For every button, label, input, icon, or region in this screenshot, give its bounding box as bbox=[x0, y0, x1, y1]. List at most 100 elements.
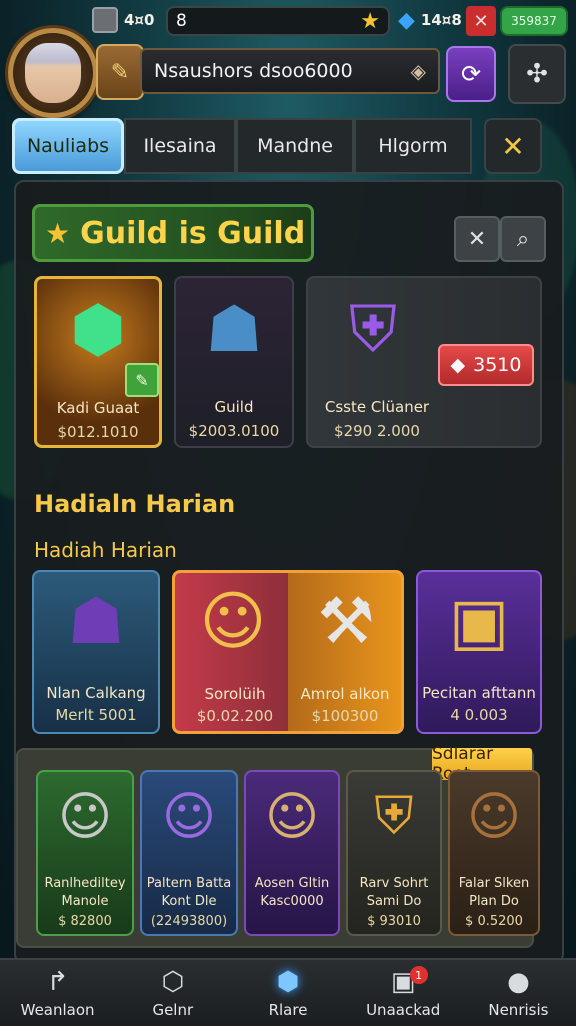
character-card-sub: Kasc0000 bbox=[260, 894, 324, 909]
character-card-title: Falar Slken bbox=[458, 876, 530, 891]
character-card-price: (22493800) bbox=[150, 914, 228, 929]
avatar-portrait bbox=[25, 43, 81, 103]
character-card[interactable]: ☺ Falar Slken Plan Do $ 0.5200 bbox=[448, 770, 540, 936]
silver-hair-hero-icon: ☺ bbox=[57, 786, 113, 847]
section-subheading: Hadiah Harian bbox=[34, 538, 177, 562]
character-card[interactable]: ☺ Aosen Gltin Kasc0000 bbox=[244, 770, 340, 936]
puzzle-icon: ✣ bbox=[526, 59, 548, 89]
search-icon: ⌕ bbox=[516, 226, 530, 252]
gem-count-badge[interactable]: ◆ 3510 bbox=[438, 344, 534, 386]
currency-field-value: 8 bbox=[176, 11, 187, 31]
character-card-price: $ 0.5200 bbox=[465, 914, 523, 929]
reward-card-price: 4 0.003 bbox=[450, 706, 508, 724]
nav-item-rare[interactable]: ⬢ Rlare bbox=[230, 960, 345, 1026]
crystal-icon: ⬢ bbox=[276, 967, 300, 997]
character-card-sub: Manole bbox=[61, 894, 109, 909]
character-card-title: Aosen Gltin bbox=[254, 876, 330, 891]
hat-hero-icon: ☺ bbox=[264, 786, 320, 847]
reward-card-price: $0.02.200 bbox=[196, 707, 274, 725]
nav-label: Nenrisis bbox=[488, 1001, 549, 1019]
guild-card[interactable]: ⬢ ✎ Kadi Guaat $012.1010 bbox=[34, 276, 162, 448]
tab-4[interactable]: Hlgorm bbox=[354, 118, 472, 174]
treasure-chest-icon: ▣ bbox=[448, 584, 510, 659]
top-bar: 4¤0 8 ★ ◆ 14¤8 ✕ 359837 ✎ Nsaushors dsoo… bbox=[0, 0, 576, 118]
reward-card-title: Amrol alkon bbox=[300, 685, 390, 703]
reward-card-title: Sorolüih bbox=[204, 685, 266, 703]
tab-2[interactable]: Ilesaina bbox=[124, 118, 236, 174]
currency-badge[interactable]: 359837 bbox=[500, 6, 568, 36]
currency-badge-value: 359837 bbox=[511, 14, 557, 28]
reward-card[interactable]: ☺ ⚒ Sorolüih $0.02.200 Amrol alkon $1003… bbox=[172, 570, 404, 734]
purple-shield-icon: ⛨ bbox=[349, 293, 397, 368]
nav-item-profile[interactable]: ● Nenrisis bbox=[461, 960, 576, 1026]
tab-3[interactable]: Mandne bbox=[236, 118, 354, 174]
resource-counter: 4¤0 bbox=[92, 6, 154, 34]
cube-icon: ⬡ bbox=[161, 967, 185, 997]
wizard-portrait-icon: ☗ bbox=[67, 584, 125, 659]
tools-tab-button[interactable]: ✕ bbox=[484, 118, 542, 174]
character-card-sub: Kont Dle bbox=[161, 894, 217, 909]
guild-card-title: Kadi Guaat bbox=[56, 399, 140, 417]
cycle-icon: ⟳ bbox=[460, 60, 482, 88]
player-name-value: Nsaushors dsoo6000 bbox=[154, 60, 353, 82]
character-card[interactable]: ☺ Paltern Batta Kont Dle (22493800) bbox=[140, 770, 238, 936]
arrow-icon: ↱ bbox=[46, 967, 69, 997]
puzzle-button[interactable]: ✣ bbox=[508, 44, 566, 104]
section-heading: Hadialn Harian bbox=[34, 490, 236, 518]
wrench-icon: ✎ bbox=[110, 59, 130, 85]
character-card-sub: Sami Do bbox=[366, 894, 422, 909]
close-icon: ✕ bbox=[467, 226, 487, 252]
guild-title: Guild is Guild bbox=[80, 215, 306, 251]
reward-card-title: Pecitan afttann bbox=[422, 684, 536, 702]
nav-item-unlocked[interactable]: ▣ 1 Unaackad bbox=[346, 960, 461, 1026]
search-button[interactable]: ⌕ bbox=[500, 216, 546, 262]
currency-field[interactable]: 8 ★ bbox=[166, 6, 390, 36]
gem-icon: ◆ bbox=[450, 354, 466, 376]
purple-hair-hero-icon: ☺ bbox=[161, 786, 217, 847]
guild-card-price: $012.1010 bbox=[57, 423, 139, 441]
star-icon: ★ bbox=[360, 8, 380, 34]
reward-card-title: Nlan Calkang bbox=[46, 684, 146, 702]
red-flag-icon[interactable]: ✕ bbox=[466, 6, 496, 36]
guild-card[interactable]: ☗ Guild $2003.0100 bbox=[174, 276, 294, 448]
nav-label: Weanlaon bbox=[20, 1001, 95, 1019]
bottom-nav: ↱ Weanlaon ⬡ Gelnr ⬢ Rlare ▣ 1 Unaackad … bbox=[0, 958, 576, 1026]
character-card-price: $ 93010 bbox=[367, 914, 421, 929]
star-icon: ★ bbox=[45, 216, 71, 250]
cowboy-hero-icon: ☺ bbox=[466, 786, 522, 847]
player-name-field[interactable]: Nsaushors dsoo6000 ◈ bbox=[140, 48, 440, 94]
gem-count: 3510 bbox=[473, 354, 522, 376]
warrior-portrait-icon: ☗ bbox=[205, 293, 263, 368]
character-card-title: Rarv Sohrt bbox=[359, 876, 429, 891]
tab-1[interactable]: Nauliabs bbox=[12, 118, 124, 174]
reward-card-price: $100300 bbox=[311, 707, 379, 725]
close-button[interactable]: ✕ bbox=[454, 216, 500, 262]
crossed-tools-icon: ✕ bbox=[501, 129, 525, 163]
resource-left-value: 4¤0 bbox=[124, 11, 155, 29]
nav-label: Unaackad bbox=[366, 1001, 441, 1019]
hero-portrait-icon: ☺ bbox=[199, 584, 267, 659]
nav-label: Gelnr bbox=[152, 1001, 194, 1019]
nav-item-gear[interactable]: ⬡ Gelnr bbox=[115, 960, 230, 1026]
character-card[interactable]: ⛨ Rarv Sohrt Sami Do $ 93010 bbox=[346, 770, 442, 936]
guild-title-banner: ★ Guild is Guild bbox=[32, 204, 314, 262]
swap-button[interactable]: ⟳ bbox=[446, 46, 496, 102]
reward-card[interactable]: ▣ Pecitan afttann 4 0.003 bbox=[416, 570, 542, 734]
diamond-icon: ◈ bbox=[410, 59, 426, 83]
gear-icon bbox=[92, 7, 118, 33]
character-card[interactable]: ☺ Ranlhediltey Manole $ 82800 bbox=[36, 770, 134, 936]
rename-button[interactable]: ✎ bbox=[96, 44, 144, 100]
nav-item-weapon[interactable]: ↱ Weanlaon bbox=[0, 960, 115, 1026]
golden-shield-icon: ⛨ bbox=[374, 786, 414, 847]
nav-label: Rlare bbox=[268, 1001, 308, 1019]
guild-card-title: Guild bbox=[214, 398, 254, 416]
character-card-price: $ 82800 bbox=[58, 914, 112, 929]
character-card-title: Paltern Batta bbox=[146, 876, 232, 891]
guild-card-price: $290 2.000 bbox=[334, 422, 420, 440]
avatar[interactable] bbox=[8, 28, 98, 118]
reward-card[interactable]: ☗ Nlan Calkang Merlt 5001 bbox=[32, 570, 160, 734]
gem-value: 14¤8 bbox=[420, 11, 462, 29]
character-card-title: Ranlhediltey bbox=[44, 876, 126, 891]
person-icon: ● bbox=[507, 967, 530, 997]
axe-hero-icon: ⚒ bbox=[317, 584, 375, 659]
